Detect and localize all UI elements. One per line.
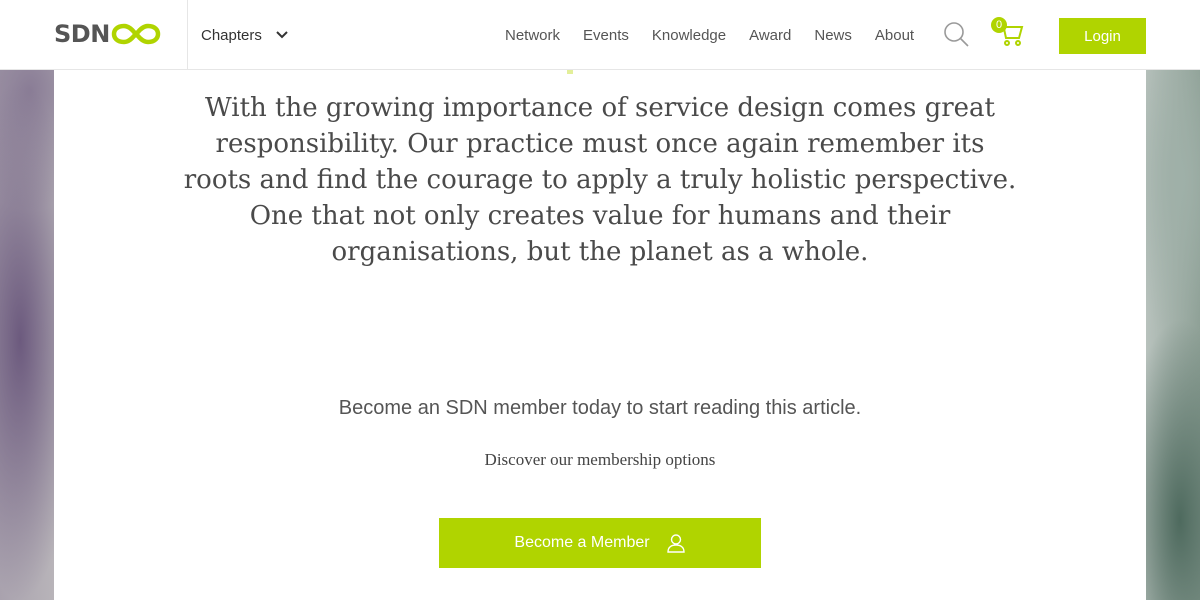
search-icon[interactable] [943, 21, 969, 47]
membership-options-link[interactable]: Discover our membership options [300, 450, 900, 470]
nav-network[interactable]: Network [505, 27, 560, 44]
infinity-icon [111, 23, 161, 45]
become-member-label: Become a Member [514, 534, 650, 551]
cart-count-badge: 0 [991, 17, 1007, 33]
decorative-dot [567, 70, 573, 74]
cart-button[interactable]: 0 [991, 16, 1025, 48]
nav-events[interactable]: Events [583, 27, 629, 44]
main-nav: Network Events Knowledge Award News Abou… [505, 24, 937, 46]
nav-about[interactable]: About [875, 27, 914, 44]
article-quote: With the growing importance of service d… [183, 93, 1017, 267]
login-button[interactable]: Login [1059, 18, 1146, 54]
nav-news[interactable]: News [814, 27, 852, 44]
chapters-label: Chapters [201, 26, 262, 44]
header-divider [187, 0, 188, 70]
become-member-button[interactable]: Become a Member [439, 518, 761, 568]
logo-text: SDN [54, 20, 110, 48]
chapters-dropdown[interactable]: Chapters [201, 24, 288, 46]
paywall-message: Become an SDN member today to start read… [338, 397, 862, 419]
site-header: SDN Chapters Network Events Knowledge Aw… [0, 0, 1200, 70]
user-icon [666, 534, 685, 553]
nav-knowledge[interactable]: Knowledge [652, 27, 726, 44]
chevron-down-icon [276, 31, 288, 39]
sdn-logo[interactable]: SDN [54, 20, 161, 48]
nav-award[interactable]: Award [749, 27, 791, 44]
